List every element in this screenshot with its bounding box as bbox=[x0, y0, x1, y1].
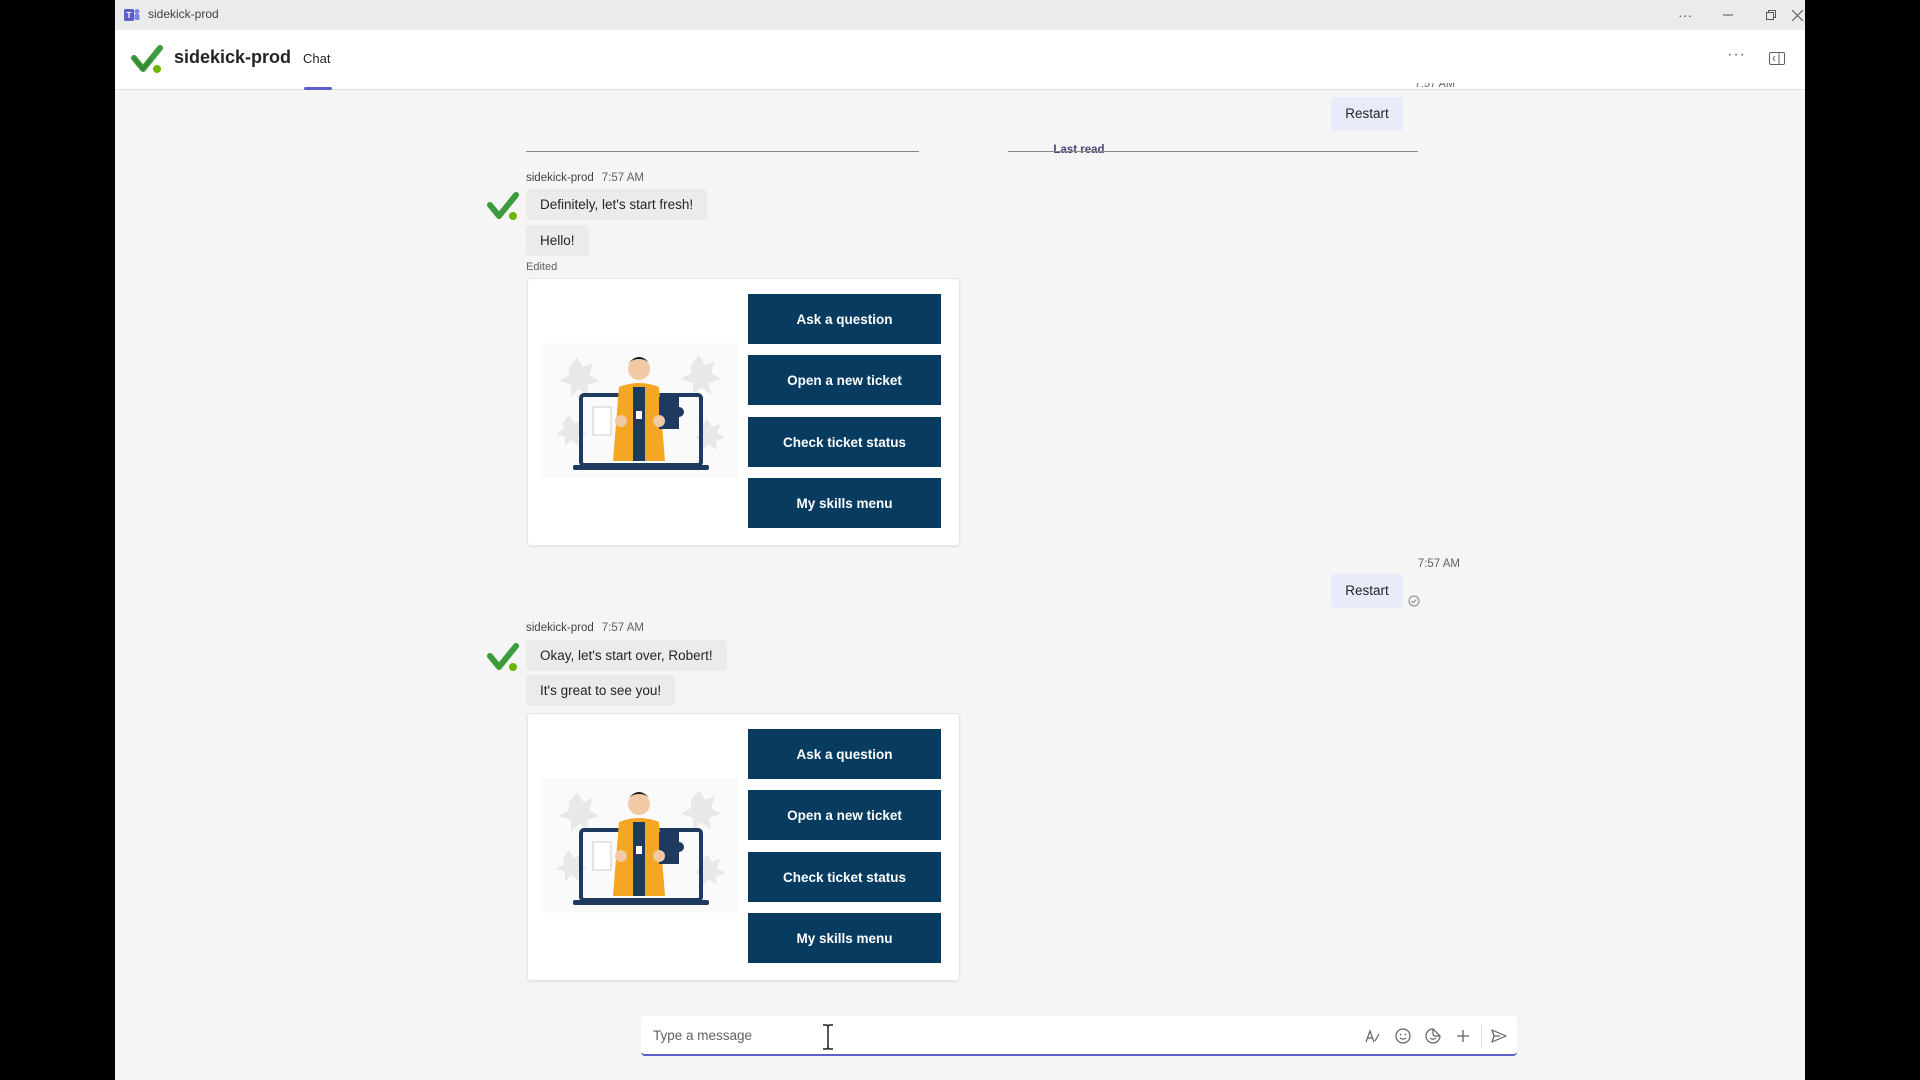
seen-icon bbox=[1408, 595, 1420, 607]
emoji-icon[interactable] bbox=[1394, 1027, 1412, 1045]
send-icon[interactable] bbox=[1490, 1027, 1508, 1045]
ask-question-button[interactable]: Ask a question bbox=[748, 729, 941, 779]
close-icon bbox=[1791, 9, 1803, 21]
sender-name: sidekick-prod bbox=[526, 622, 594, 634]
edited-label: Edited bbox=[526, 261, 558, 273]
header-more-button[interactable]: ··· bbox=[1727, 46, 1746, 64]
user-message-time: 7:57 AM bbox=[1417, 558, 1460, 570]
checkmark-bot-icon bbox=[131, 45, 163, 75]
bot-message: Okay, let's start over, Robert! bbox=[526, 640, 727, 671]
side-panel-icon[interactable] bbox=[1769, 52, 1785, 65]
open-ticket-button[interactable]: Open a new ticket bbox=[748, 355, 941, 405]
skills-menu-button[interactable]: My skills menu bbox=[748, 478, 941, 528]
adaptive-card: Ask a question Open a new ticket Check t… bbox=[527, 713, 960, 981]
tab-chat-underline bbox=[304, 87, 332, 90]
compose-separator bbox=[1481, 1025, 1482, 1047]
support-illustration bbox=[541, 343, 738, 478]
message-compose-box[interactable]: Type a message bbox=[641, 1016, 1517, 1056]
bot-message: It's great to see you! bbox=[526, 675, 676, 706]
window-more-button[interactable]: ··· bbox=[1665, 0, 1705, 30]
support-illustration bbox=[541, 778, 738, 913]
check-ticket-status-button[interactable]: Check ticket status bbox=[748, 852, 941, 902]
sender-name: sidekick-prod bbox=[526, 172, 594, 184]
sticker-icon[interactable] bbox=[1424, 1027, 1442, 1045]
message-input[interactable]: Type a message bbox=[653, 1028, 752, 1043]
restart-message: Restart bbox=[1331, 97, 1403, 131]
restore-button[interactable] bbox=[1751, 0, 1791, 30]
check-ticket-status-button[interactable]: Check ticket status bbox=[748, 417, 941, 467]
message-timestamp: 7:57 AM bbox=[1414, 83, 1455, 90]
skills-menu-button[interactable]: My skills menu bbox=[748, 913, 941, 963]
title-bar: T sidekick-prod ··· bbox=[115, 0, 1805, 30]
restore-icon bbox=[1766, 10, 1776, 20]
message-time: 7:57 AM bbox=[601, 622, 644, 634]
svg-text:T: T bbox=[127, 11, 132, 20]
close-button[interactable] bbox=[1789, 0, 1805, 30]
minimize-button[interactable] bbox=[1708, 0, 1748, 30]
message-header: sidekick-prod 7:57 AM bbox=[526, 622, 644, 634]
restart-message: Restart bbox=[1331, 574, 1403, 608]
text-cursor-icon bbox=[823, 1024, 833, 1050]
window-title: sidekick-prod bbox=[148, 7, 219, 21]
ask-question-button[interactable]: Ask a question bbox=[748, 294, 941, 344]
chat-header: sidekick-prod Chat ··· bbox=[115, 30, 1805, 90]
bot-message: Definitely, let's start fresh! bbox=[526, 189, 708, 220]
message-time: 7:57 AM bbox=[601, 172, 644, 184]
message-header: sidekick-prod 7:57 AM bbox=[526, 172, 644, 184]
teams-logo-icon: T bbox=[124, 9, 140, 21]
last-read-divider-right bbox=[1008, 151, 1418, 152]
adaptive-card: Ask a question Open a new ticket Check t… bbox=[527, 278, 960, 546]
bot-avatar bbox=[487, 192, 519, 222]
app-title: sidekick-prod bbox=[174, 47, 292, 67]
format-icon[interactable] bbox=[1363, 1027, 1381, 1045]
last-read-label: Last read bbox=[1053, 144, 1105, 156]
bot-avatar bbox=[487, 643, 519, 673]
plus-icon[interactable] bbox=[1454, 1027, 1472, 1045]
last-read-divider-left bbox=[526, 151, 919, 152]
teams-window: T sidekick-prod ··· sidekick-prod Chat ·… bbox=[115, 0, 1805, 1080]
minimize-icon bbox=[1723, 14, 1733, 16]
open-ticket-button[interactable]: Open a new ticket bbox=[748, 790, 941, 840]
tab-chat[interactable]: Chat bbox=[303, 51, 330, 66]
bot-message: Hello! bbox=[526, 225, 589, 256]
